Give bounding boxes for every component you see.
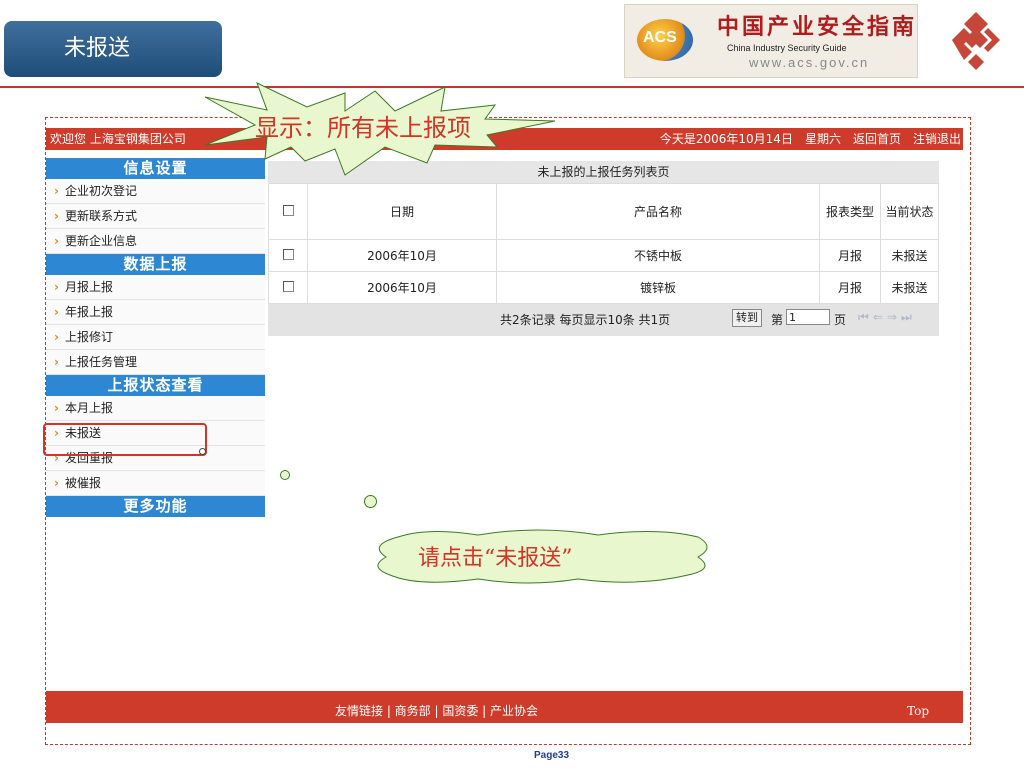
sidebar-section-more: 更多功能 (46, 496, 265, 517)
logout-link[interactable]: 注销退出 (913, 128, 961, 150)
sidebar-item-monthly-report[interactable]: 月报上报 (46, 275, 265, 300)
sidebar-item-annual-report[interactable]: 年报上报 (46, 300, 265, 325)
logo-chinese-title: 中国产业安全指南 (717, 14, 918, 40)
sidebar: 信息设置 企业初次登记 更新联系方式 更新企业信息 数据上报 月报上报 年报上报… (46, 158, 265, 517)
thought-bubble-small (280, 470, 290, 480)
prev-page-icon[interactable]: ⇐ (873, 310, 887, 324)
cloud-text: 请点击“未报送” (418, 546, 573, 571)
row-checkbox[interactable] (282, 280, 294, 292)
cell-status: 未报送 (880, 239, 939, 272)
select-all-cell (268, 183, 308, 240)
column-header-type: 报表类型 (819, 183, 881, 240)
next-page-icon[interactable]: ⇒ (887, 310, 901, 324)
sidebar-item-this-month[interactable]: 本月上报 (46, 396, 265, 421)
column-header-product: 产品名称 (496, 183, 820, 240)
sidebar-item-update-company-info[interactable]: 更新企业信息 (46, 229, 265, 254)
logo-url: www.acs.gov.cn (749, 55, 870, 70)
column-header-status: 当前状态 (880, 183, 939, 240)
page-number: Page33 (534, 750, 570, 761)
home-link[interactable]: 返回首页 (853, 128, 901, 150)
cell-type: 月报 (819, 239, 881, 272)
footer-bar: 友情链接 | 商务部 | 国资委 | 产业协会 Top (46, 691, 963, 723)
welcome-text: 欢迎您 上海宝钢集团公司 (50, 132, 186, 146)
cell-status: 未报送 (880, 271, 939, 304)
footer-links[interactable]: 友情链接 | 商务部 | 国资委 | 产业协会 (335, 691, 538, 731)
highlight-frame (43, 423, 207, 456)
weekday-text: 星期六 (804, 132, 841, 146)
table-row: 2006年10月 镀锌板 月报 未报送 (268, 271, 939, 304)
row-select-cell (268, 239, 308, 272)
table-row: 2006年10月 不锈中板 月报 未报送 (268, 239, 939, 272)
pagination-bar: 共2条记录 每页显示10条 共1页 转到 第 1 页 ⏮⇐⇒⏭ (268, 304, 939, 336)
task-table: 日期 产品名称 报表类型 当前状态 2006年10月 不锈中板 月报 未报送 2… (268, 183, 939, 304)
cell-product: 不锈中板 (496, 239, 820, 272)
pagination-summary: 共2条记录 每页显示10条 共1页 (500, 313, 671, 327)
cell-date: 2006年10月 (307, 271, 497, 304)
sidebar-item-update-contact[interactable]: 更新联系方式 (46, 204, 265, 229)
row-select-cell (268, 271, 308, 304)
brand-mark-icon (952, 12, 1000, 70)
row-checkbox[interactable] (282, 248, 294, 260)
task-list-panel: 未上报的上报任务列表页 日期 产品名称 报表类型 当前状态 2006年10月 不… (268, 161, 939, 336)
page-prefix: 第 (771, 313, 784, 327)
table-header-row: 日期 产品名称 报表类型 当前状态 (268, 183, 939, 240)
slide-title: 未报送 (4, 21, 222, 77)
sidebar-item-report-revision[interactable]: 上报修订 (46, 325, 265, 350)
column-header-date: 日期 (307, 183, 497, 240)
goto-button[interactable]: 转到 (732, 309, 762, 327)
date-text: 今天是2006年10月14日 (659, 132, 793, 146)
highlight-dot (199, 448, 206, 455)
cell-type: 月报 (819, 271, 881, 304)
page-number-input[interactable]: 1 (786, 309, 830, 325)
cell-product: 镀锌板 (496, 271, 820, 304)
logo-acs-text: ACS (643, 29, 677, 46)
sidebar-section-status-view: 上报状态查看 (46, 375, 265, 396)
top-link[interactable]: Top (907, 691, 929, 731)
last-page-icon[interactable]: ⏭ (901, 310, 916, 324)
page-suffix: 页 (834, 313, 847, 327)
logo-english-title: China Industry Security Guide (727, 43, 847, 53)
first-page-icon[interactable]: ⏮ (858, 310, 873, 324)
select-all-checkbox[interactable] (282, 204, 294, 216)
cell-date: 2006年10月 (307, 239, 497, 272)
acs-logo: ACS 中国产业安全指南 China Industry Security Gui… (624, 4, 918, 78)
sidebar-item-task-management[interactable]: 上报任务管理 (46, 350, 265, 375)
sidebar-section-data-report: 数据上报 (46, 254, 265, 275)
sidebar-item-urged[interactable]: 被催报 (46, 471, 265, 496)
starburst-text: 显示：所有未上报项 (255, 114, 471, 142)
pager-nav-icons: ⏮⇐⇒⏭ (858, 310, 916, 325)
thought-bubble-medium (364, 495, 377, 508)
